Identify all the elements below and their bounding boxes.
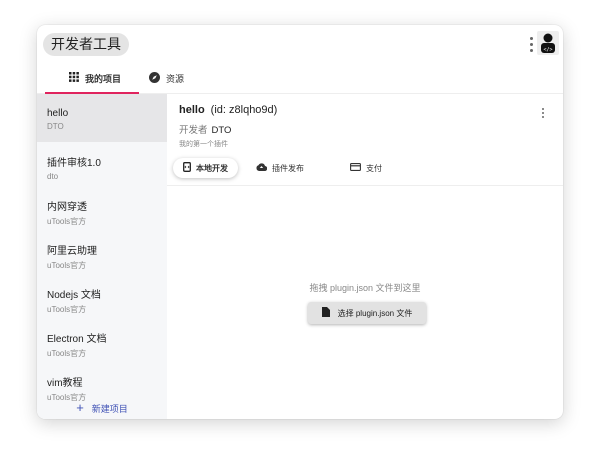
subtab-payment[interactable]: 支付 — [340, 158, 392, 178]
project-author: uTools官方 — [47, 261, 87, 270]
project-name: vim教程 — [47, 378, 83, 389]
subtab-local-dev[interactable]: 本地开发 — [173, 158, 238, 178]
new-project-button[interactable]: + 新建项目 — [37, 400, 167, 415]
project-item[interactable]: Electron 文档 uTools官方 — [37, 318, 167, 362]
credit-card-icon — [350, 163, 361, 173]
header: 开发者工具 </> — [37, 25, 563, 62]
subtab-label: 本地开发 — [196, 163, 228, 173]
developer-label: 开发者 — [179, 125, 208, 136]
project-title: hello (id: z8lqho9d) — [179, 104, 277, 116]
code-phone-icon — [183, 162, 191, 174]
plus-icon: + — [76, 400, 84, 415]
project-name: hello — [179, 104, 205, 116]
developer-name: DTO — [211, 125, 232, 136]
project-item[interactable]: hello DTO — [37, 94, 167, 142]
project-name: 内网穿透 — [47, 202, 87, 213]
divider — [167, 185, 563, 186]
project-menu-icon[interactable] — [542, 108, 545, 118]
choose-plugin-json-button[interactable]: 选择 plugin.json 文件 — [308, 302, 426, 324]
project-name: hello — [47, 108, 69, 119]
new-project-label: 新建项目 — [91, 404, 128, 414]
subtab-label: 插件发布 — [272, 163, 304, 173]
project-name: 阿里云助理 — [47, 246, 97, 257]
project-author: DTO — [47, 122, 64, 131]
project-item[interactable]: 内网穿透 uTools官方 — [37, 186, 167, 230]
project-item[interactable]: Nodejs 文档 uTools官方 — [37, 274, 167, 318]
project-name: Electron 文档 — [47, 334, 107, 345]
tab-my-projects[interactable]: 我的项目 — [44, 62, 140, 94]
tab-label: 我的项目 — [85, 73, 122, 84]
subtab-label: 支付 — [366, 163, 382, 173]
project-author: uTools官方 — [47, 217, 87, 226]
app-title: 开发者工具 — [43, 33, 129, 56]
app-window: 开发者工具 </> 我的项目 资源 hello DTO 插件审核1.0 dto 内网… — [37, 25, 563, 419]
more-menu-icon[interactable] — [530, 37, 533, 52]
developer-avatar-icon[interactable]: </> — [537, 31, 559, 55]
project-author: uTools官方 — [47, 305, 87, 314]
project-description: 我的第一个插件 — [179, 141, 228, 148]
project-item[interactable]: 插件审核1.0 dto — [37, 142, 167, 186]
grid-icon — [69, 72, 79, 84]
project-subtabs: 本地开发 插件发布 支付 — [173, 158, 400, 178]
button-label: 选择 plugin.json 文件 — [337, 308, 413, 318]
drop-zone-text[interactable]: 拖拽 plugin.json 文件到这里 — [167, 281, 563, 294]
main-tabs: 我的项目 资源 — [37, 62, 563, 94]
project-item[interactable]: 阿里云助理 uTools官方 — [37, 230, 167, 274]
subtab-publish[interactable]: 插件发布 — [246, 158, 314, 178]
developer-line: 开发者 DTO — [179, 122, 231, 136]
tab-resources[interactable]: 资源 — [149, 62, 184, 94]
project-author: uTools官方 — [47, 349, 87, 358]
cloud-upload-icon — [256, 163, 268, 173]
compass-icon — [149, 71, 160, 85]
project-author: dto — [47, 172, 59, 181]
tab-label: 资源 — [166, 73, 185, 84]
file-icon — [321, 307, 330, 319]
project-id: (id: z8lqho9d) — [210, 104, 278, 116]
project-detail: hello (id: z8lqho9d) 开发者 DTO 我的第一个插件 本地开发 … — [167, 94, 563, 419]
svg-text:</>: </> — [543, 47, 552, 53]
project-list: hello DTO 插件审核1.0 dto 内网穿透 uTools官方 阿里云助理 uT… — [37, 94, 167, 419]
project-name: 插件审核1.0 — [47, 158, 101, 169]
project-name: Nodejs 文档 — [47, 290, 101, 301]
